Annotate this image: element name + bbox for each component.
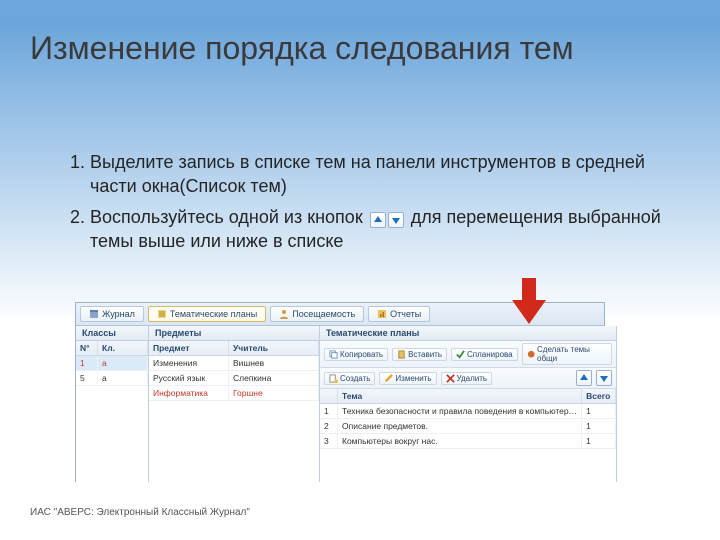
edit-button[interactable]: Изменить bbox=[379, 372, 436, 385]
tab-label: Журнал bbox=[102, 309, 135, 319]
callout-arrow-icon bbox=[512, 278, 546, 324]
app-screenshot: Журнал Тематические планы Посещаемость О… bbox=[75, 302, 605, 482]
cell: Горшне bbox=[229, 386, 319, 400]
planned-button[interactable]: Спланирова bbox=[451, 348, 518, 361]
paste-icon bbox=[397, 350, 406, 359]
cell: 3 bbox=[320, 434, 338, 448]
delete-icon bbox=[446, 374, 455, 383]
cell: Описание предметов. bbox=[338, 419, 582, 433]
cell: Информатика bbox=[149, 386, 229, 400]
cell: а bbox=[98, 356, 148, 370]
btn-label: Сделать темы общи bbox=[537, 345, 607, 363]
slide-body: Выделите запись в списке тем на панели и… bbox=[60, 150, 670, 259]
move-down-button[interactable] bbox=[596, 370, 612, 386]
tab-label: Тематические планы bbox=[170, 309, 257, 319]
cell: а bbox=[98, 371, 148, 385]
col-n: N° bbox=[76, 341, 98, 355]
tab-label: Отчеты bbox=[390, 309, 421, 319]
col-total: Всего bbox=[582, 389, 616, 403]
move-up-icon bbox=[370, 212, 386, 228]
pane-themes-title: Тематические планы bbox=[320, 326, 616, 341]
new-button[interactable]: Создать bbox=[324, 372, 375, 385]
table-row[interactable]: 1 Техника безопасности и правила поведен… bbox=[320, 404, 616, 419]
steps-list: Выделите запись в списке тем на панели и… bbox=[60, 150, 670, 253]
cell: 1 bbox=[582, 419, 616, 433]
col-topic: Тема bbox=[338, 389, 582, 403]
tab-reports[interactable]: Отчеты bbox=[368, 306, 430, 322]
share-icon bbox=[527, 350, 535, 359]
tab-journal[interactable]: Журнал bbox=[80, 306, 144, 322]
cell: 1 bbox=[320, 404, 338, 418]
cell: Вишнев bbox=[229, 356, 319, 370]
inline-move-buttons bbox=[370, 212, 404, 228]
pane-subjects-title: Предметы bbox=[149, 326, 319, 341]
report-icon bbox=[377, 309, 387, 319]
btn-label: Удалить bbox=[457, 374, 488, 383]
move-up-button[interactable] bbox=[576, 370, 592, 386]
make-common-button[interactable]: Сделать темы общи bbox=[522, 343, 613, 365]
themes-toolbar-1: Копировать Вставить Спланирова Сделать т… bbox=[320, 341, 616, 368]
cell: Русский язык bbox=[149, 371, 229, 385]
table-row[interactable]: Информатика Горшне bbox=[149, 386, 319, 401]
cell: 1 bbox=[582, 434, 616, 448]
cell: Компьютеры вокруг нас. bbox=[338, 434, 582, 448]
col-subject: Предмет bbox=[149, 341, 229, 355]
btn-label: Вставить bbox=[408, 350, 442, 359]
paste-button[interactable]: Вставить bbox=[392, 348, 447, 361]
pane-classes: Классы N° Кл. 1 а 5 а bbox=[76, 326, 149, 482]
delete-button[interactable]: Удалить bbox=[441, 372, 493, 385]
tab-label: Посещаемость bbox=[292, 309, 355, 319]
btn-label: Спланирова bbox=[467, 350, 513, 359]
table-row[interactable]: 3 Компьютеры вокруг нас. 1 bbox=[320, 434, 616, 449]
cell: 1 bbox=[582, 404, 616, 418]
person-icon bbox=[279, 309, 289, 319]
cell: Слепкина bbox=[229, 371, 319, 385]
book-icon bbox=[89, 309, 99, 319]
step-2: Воспользуйтесь одной из кнопок для перем… bbox=[90, 205, 670, 254]
tab-plans[interactable]: Тематические планы bbox=[148, 306, 266, 322]
footer-text: ИАС "АВЕРС: Электронный Классный Журнал" bbox=[30, 507, 250, 518]
btn-label: Копировать bbox=[340, 350, 383, 359]
table-row[interactable]: 1 а bbox=[76, 356, 148, 371]
cell: 5 bbox=[76, 371, 98, 385]
slide-title: Изменение порядка следования тем bbox=[30, 30, 700, 67]
col-n bbox=[320, 389, 338, 403]
copy-button[interactable]: Копировать bbox=[324, 348, 388, 361]
col-teacher: Учитель bbox=[229, 341, 319, 355]
cell: 1 bbox=[76, 356, 98, 370]
new-icon bbox=[329, 374, 338, 383]
classes-grid: N° Кл. 1 а 5 а bbox=[76, 341, 148, 482]
pane-subjects: Предметы Предмет Учитель Изменения Вишне… bbox=[149, 326, 320, 482]
btn-label: Изменить bbox=[395, 374, 431, 383]
table-row[interactable]: 2 Описание предметов. 1 bbox=[320, 419, 616, 434]
subjects-grid: Предмет Учитель Изменения Вишнев Русский… bbox=[149, 341, 319, 482]
pane-themes: Тематические планы Копировать Вставить С… bbox=[320, 326, 617, 482]
table-row[interactable]: Изменения Вишнев bbox=[149, 356, 319, 371]
step-2-pre: Воспользуйтесь одной из кнопок bbox=[90, 207, 363, 227]
tab-attendance[interactable]: Посещаемость bbox=[270, 306, 364, 322]
step-1: Выделите запись в списке тем на панели и… bbox=[90, 150, 670, 199]
edit-icon bbox=[384, 374, 393, 383]
table-row[interactable]: 5 а bbox=[76, 371, 148, 386]
pane-classes-title: Классы bbox=[76, 326, 148, 341]
themes-toolbar-2: Создать Изменить Удалить bbox=[320, 368, 616, 389]
check-icon bbox=[456, 350, 465, 359]
cell: 2 bbox=[320, 419, 338, 433]
themes-grid: Тема Всего 1 Техника безопасности и прав… bbox=[320, 389, 616, 482]
list-icon bbox=[157, 309, 167, 319]
cell: Техника безопасности и правила поведения… bbox=[338, 404, 582, 418]
copy-icon bbox=[329, 350, 338, 359]
move-down-icon bbox=[388, 212, 404, 228]
col-class: Кл. bbox=[98, 341, 148, 355]
table-row[interactable]: Русский язык Слепкина bbox=[149, 371, 319, 386]
cell: Изменения bbox=[149, 356, 229, 370]
btn-label: Создать bbox=[340, 374, 370, 383]
